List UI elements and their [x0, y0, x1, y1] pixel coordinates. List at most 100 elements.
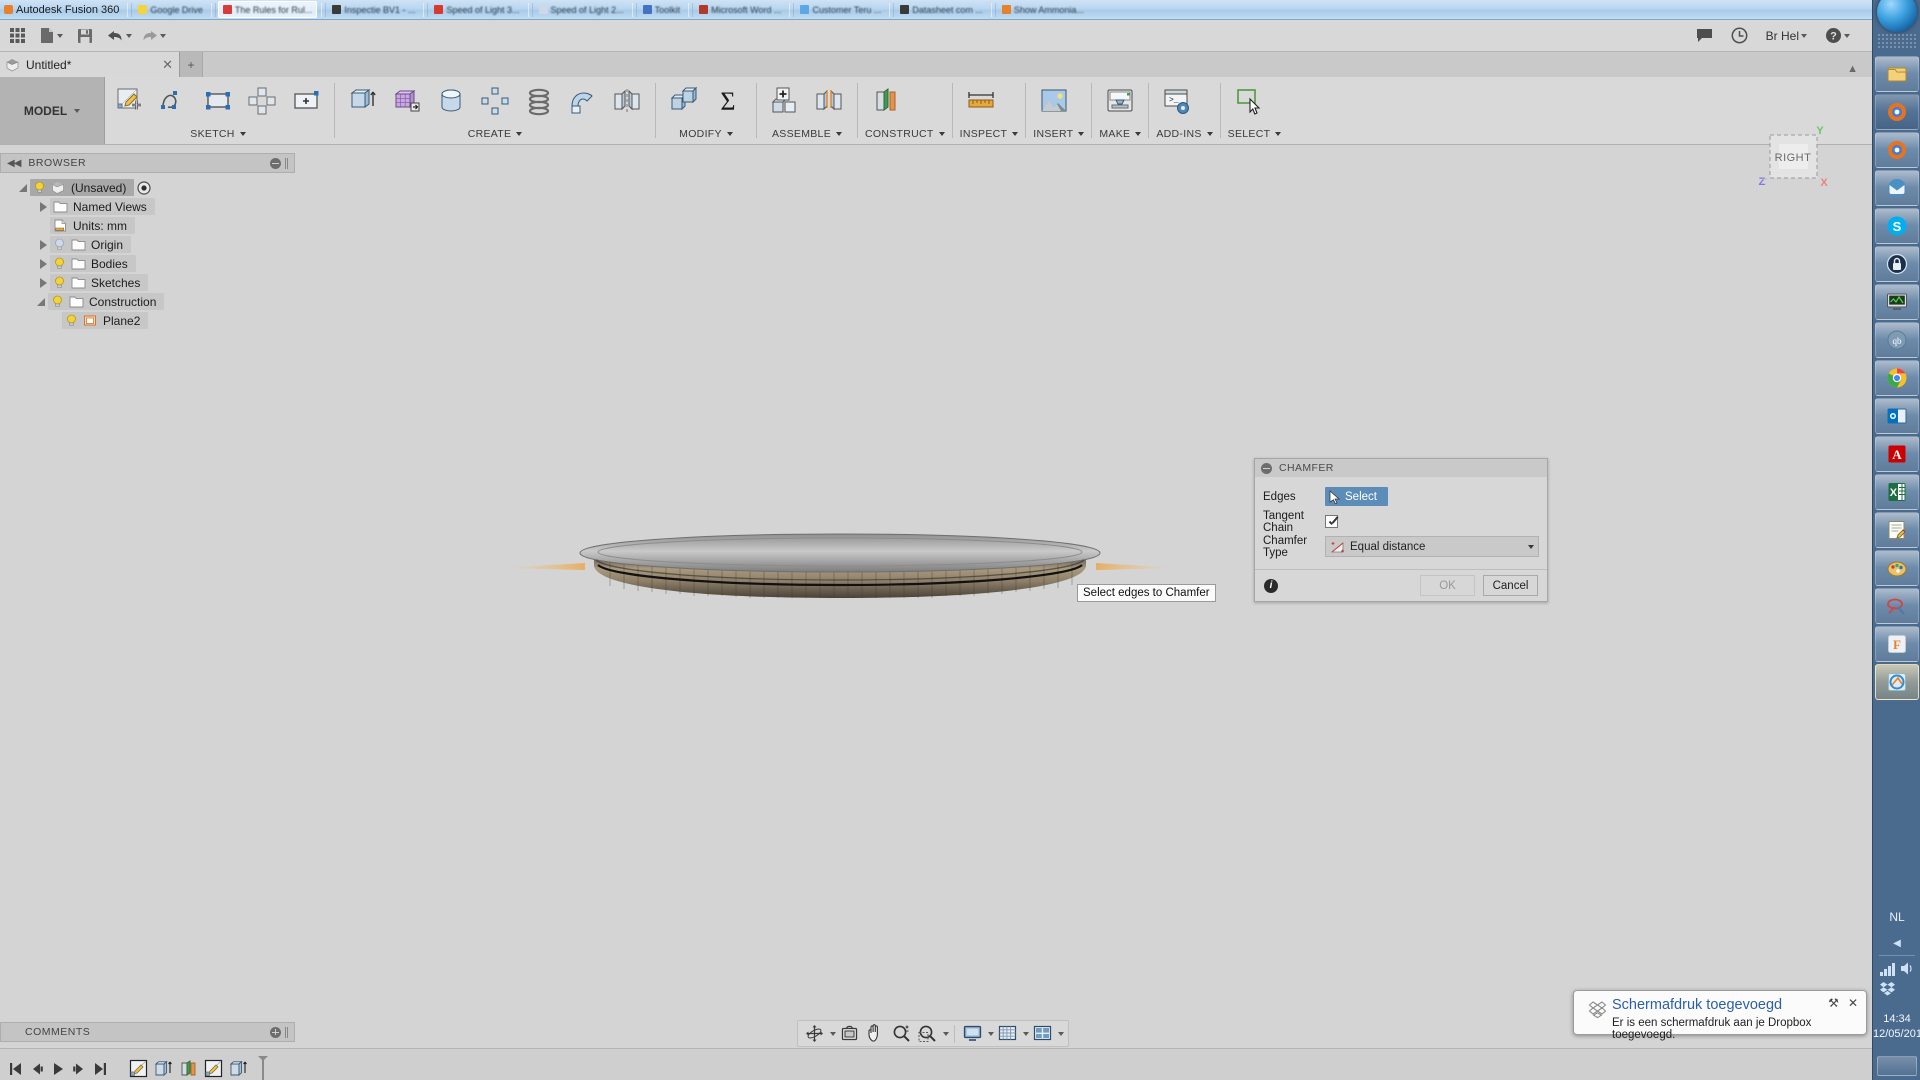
coil-icon[interactable] [518, 80, 560, 122]
tray-dropbox-icon[interactable] [1879, 980, 1896, 997]
ribbon-group-title[interactable]: INSPECT [960, 126, 1019, 142]
taskbar-button-paint[interactable] [1875, 550, 1919, 586]
dropbox-notification-toast[interactable]: Schermafdruk toegevoegd Er is een scherm… [1573, 990, 1867, 1035]
ribbon-group-title[interactable]: MODIFY [663, 126, 749, 142]
chevron-down-icon[interactable] [988, 1032, 994, 1036]
twisty-closed-icon[interactable] [36, 197, 50, 216]
timeline-sketch-1[interactable] [126, 1056, 150, 1080]
create-sketch-icon[interactable] [109, 80, 151, 122]
twisty-open-icon[interactable] [16, 178, 30, 197]
undo-button[interactable] [102, 20, 136, 52]
new-component-icon[interactable] [764, 80, 806, 122]
collapse-ribbon-icon[interactable]: ▲ [1847, 63, 1858, 75]
taskbar-button-firefox[interactable] [1875, 94, 1919, 130]
form-icon[interactable] [386, 80, 428, 122]
tray-expand-icon[interactable]: ◀ [1873, 938, 1920, 949]
tree-row-sketches[interactable]: Sketches [0, 273, 295, 292]
view-cube[interactable]: RIGHT Y Z X [1742, 122, 1838, 196]
panel-grip-icon[interactable] [285, 158, 288, 169]
timeline-end-marker[interactable] [251, 1056, 275, 1080]
chamfer-dialog-header[interactable]: CHAMFER [1255, 459, 1547, 477]
tree-item-chip[interactable]: Origin [50, 236, 131, 253]
chevron-down-icon[interactable] [943, 1032, 949, 1036]
insert-image-icon[interactable] [1033, 80, 1075, 122]
taskbar-button-fusion360[interactable]: F [1875, 626, 1919, 662]
ribbon-group-title[interactable]: CREATE [342, 126, 648, 142]
ribbon-group-title[interactable]: ASSEMBLE [764, 126, 850, 142]
taskbar-button-autodesk[interactable] [1875, 664, 1919, 700]
sigma-parameters-icon[interactable]: Σ [707, 80, 749, 122]
tangent-chain-checkbox[interactable] [1325, 515, 1338, 528]
tree-row-construction[interactable]: Construction [0, 292, 295, 311]
taskbar-button-firefox-2[interactable] [1875, 132, 1919, 168]
tree-item-chip[interactable]: (Unsaved) [30, 179, 134, 196]
pan-icon[interactable] [863, 1022, 888, 1046]
windows-taskbar-right[interactable]: NL ◀ 14:34 12/05/2017 SqbAXF [1872, 0, 1920, 1080]
create-sketch-plus-icon[interactable] [285, 80, 327, 122]
tree-item-chip[interactable]: Units: mm [50, 217, 135, 234]
zoom-icon[interactable] [889, 1022, 914, 1046]
joint-icon[interactable] [808, 80, 850, 122]
3d-print-icon[interactable] [1099, 80, 1141, 122]
timeline-sketch-2[interactable] [201, 1056, 225, 1080]
scripts-addins-icon[interactable]: >_ [1156, 80, 1198, 122]
help-menu[interactable]: ? [1817, 20, 1858, 52]
toast-close-icon[interactable]: ✕ [1848, 996, 1858, 1010]
collapse-panel-icon[interactable]: ◀◀ [7, 158, 20, 169]
zoom-window-icon[interactable] [915, 1022, 940, 1046]
measure-icon[interactable] [960, 80, 1002, 122]
tree-row-unsaved[interactable]: (Unsaved) [0, 178, 295, 197]
taskbar-button-acrobat[interactable]: A [1875, 436, 1919, 472]
new-tab-button[interactable]: + [180, 52, 202, 77]
expand-panel-icon[interactable] [270, 1027, 281, 1038]
ribbon-group-title[interactable]: SELECT [1228, 126, 1282, 142]
account-menu[interactable]: Br Hel [1758, 20, 1815, 52]
taskbar-item[interactable]: Google Drive [134, 1, 207, 18]
taskbar-item[interactable]: Autodesk Fusion 360 [0, 1, 123, 18]
show-desktop-button[interactable] [1877, 1056, 1917, 1076]
spline-icon[interactable] [153, 80, 195, 122]
chamfer-type-select[interactable]: Equal distance [1325, 536, 1539, 557]
pattern-icon[interactable] [241, 80, 283, 122]
timeline-extrude-1[interactable] [151, 1056, 175, 1080]
timeline-prev-icon[interactable] [27, 1056, 47, 1080]
ribbon-group-title[interactable]: CONSTRUCT [865, 126, 945, 142]
orbit-icon[interactable] [802, 1022, 827, 1046]
taskbar-button-chrome[interactable] [1875, 360, 1919, 396]
ribbon-group-title[interactable]: INSERT [1033, 126, 1084, 142]
taskbar-button-monitor[interactable] [1875, 284, 1919, 320]
display-settings-icon[interactable] [960, 1022, 985, 1046]
info-icon[interactable]: i [1264, 579, 1278, 593]
system-tray[interactable] [1879, 960, 1919, 997]
taskbar-item[interactable]: Speed of Light 3... [430, 1, 523, 18]
tree-item-chip[interactable]: Sketches [50, 274, 148, 291]
tree-row-named-views[interactable]: Named Views [0, 197, 295, 216]
chevron-down-icon[interactable] [1023, 1032, 1029, 1036]
timeline-plane-1[interactable] [176, 1056, 200, 1080]
combine-icon[interactable] [663, 80, 705, 122]
timeline-first-icon[interactable] [6, 1056, 26, 1080]
taskbar-button-tools[interactable] [1875, 588, 1919, 624]
cancel-button[interactable]: Cancel [1483, 575, 1538, 596]
language-indicator[interactable]: NL [1873, 910, 1920, 924]
taskbar-item[interactable]: Datasheet com ... [896, 1, 987, 18]
windows-taskbar-top[interactable]: Autodesk Fusion 360Google DriveThe Rules… [0, 0, 1920, 20]
mirror-icon[interactable] [606, 80, 648, 122]
timeline-extrude-2[interactable] [226, 1056, 250, 1080]
grid-snap-icon[interactable] [995, 1022, 1020, 1046]
ribbon-group-title[interactable]: ADD-INS [1156, 126, 1212, 142]
panel-grip-icon[interactable] [285, 1027, 288, 1038]
taskbar-item[interactable]: Speed of Light 2... [535, 1, 628, 18]
save-button[interactable] [68, 20, 102, 52]
taskbar-item[interactable]: Microsoft Word ... [695, 1, 785, 18]
timeline-last-icon[interactable] [90, 1056, 110, 1080]
close-icon[interactable]: ✕ [162, 57, 173, 73]
look-at-icon[interactable] [837, 1022, 862, 1046]
job-status-button[interactable] [1723, 20, 1756, 52]
app-grid-icon[interactable] [0, 20, 34, 52]
chevron-down-icon[interactable] [830, 1032, 836, 1036]
redo-button[interactable] [136, 20, 170, 52]
taskbar-button-excel[interactable]: X [1875, 474, 1919, 510]
pattern-create-icon[interactable] [474, 80, 516, 122]
ok-button[interactable]: OK [1420, 575, 1475, 596]
